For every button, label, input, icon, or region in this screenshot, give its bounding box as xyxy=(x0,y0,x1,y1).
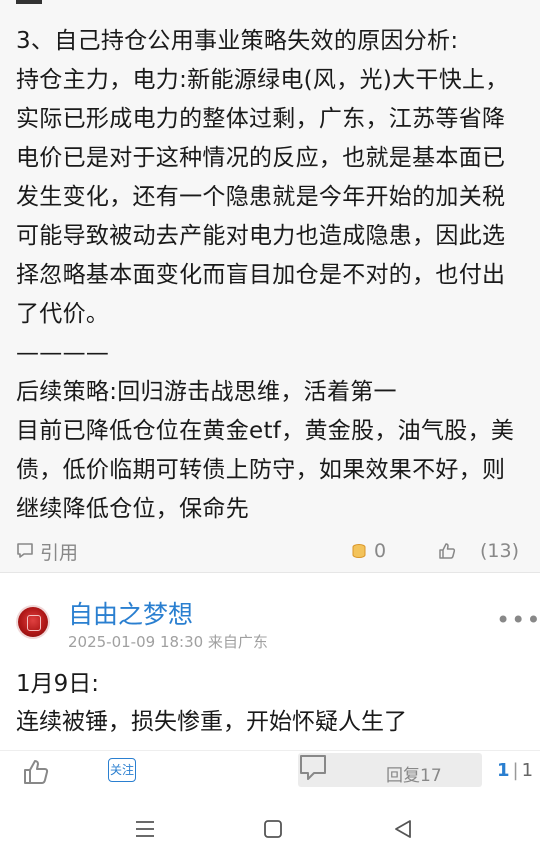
reply-label[interactable]: 回复17 xyxy=(386,761,442,786)
quote-label: 引用 xyxy=(40,541,79,564)
home-icon[interactable] xyxy=(263,819,283,843)
system-nav-bar xyxy=(0,797,540,865)
coin-count: 0 xyxy=(374,540,387,562)
menu-icon[interactable] xyxy=(135,819,155,843)
bottom-action-bar: 关注 回复17 1 | 1 xyxy=(0,750,540,797)
more-icon[interactable]: ••• xyxy=(496,608,540,632)
coin-icon xyxy=(350,542,368,560)
post-line: 了代价。 xyxy=(16,301,110,327)
like-count: (13) xyxy=(480,540,520,562)
post-line: 持仓主力，电力:新能源绿电(风，光)大干快上， xyxy=(16,67,509,93)
post-line: 后续策略:回归游击战思维，活着第一 xyxy=(16,379,397,405)
post-line: 连续被锤，损失惨重，开始怀疑人生了 xyxy=(16,709,407,735)
post-line: 债，低价临期可转债上防守，如果效果不好，则 xyxy=(16,457,506,483)
post-actions: 引用 0 (13) xyxy=(0,536,540,566)
post-line: 发生变化，还有一个隐患就是今年开始的加关税 xyxy=(16,184,506,210)
post-line: 继续降低仓位，保命先 xyxy=(16,496,249,522)
page-current: 1 xyxy=(497,760,510,781)
username[interactable]: 自由之梦想 xyxy=(68,595,193,631)
comment-icon xyxy=(298,753,328,787)
thumbs-up-icon xyxy=(438,542,456,560)
post-body: 3、自己持仓公用事业策略失效的原因分析: 持仓主力，电力:新能源绿电(风，光)大… xyxy=(16,22,526,529)
pagination[interactable]: 1 | 1 xyxy=(497,760,533,781)
reply-post: 自由之梦想 2025-01-09 18:30 来自广东 ••• 1月9日: 连续… xyxy=(0,573,540,750)
quote-icon xyxy=(16,542,34,560)
post-body: 1月9日: 连续被锤，损失惨重，开始怀疑人生了 xyxy=(16,665,407,741)
thumbs-up-icon xyxy=(22,760,52,791)
post-line: ———— xyxy=(16,340,110,366)
post-line: 1月9日: xyxy=(16,671,100,697)
post-line: 电价已是对于这种情况的反应，也就是基本面已 xyxy=(16,145,506,171)
page-separator: | xyxy=(512,760,519,781)
post-line: 目前已降低仓位在黄金etf，黄金股，油气股，美 xyxy=(16,418,515,444)
quote-button[interactable]: 引用 xyxy=(16,536,78,566)
divider xyxy=(16,0,42,4)
post-line: 可能导致被动去产能对电力也造成隐患，因此选 xyxy=(16,223,506,249)
follow-button[interactable]: 关注 xyxy=(108,758,136,782)
post-content: 3、自己持仓公用事业策略失效的原因分析: 持仓主力，电力:新能源绿电(风，光)大… xyxy=(0,0,540,572)
like-button[interactable] xyxy=(22,757,52,791)
back-icon[interactable] xyxy=(393,819,413,843)
coin-button[interactable]: 0 xyxy=(350,536,386,566)
post-meta: 2025-01-09 18:30 来自广东 xyxy=(68,633,268,651)
post-line: 3、自己持仓公用事业策略失效的原因分析: xyxy=(16,28,459,54)
post-line: 择忽略基本面变化而盲目加仓是不对的，也付出 xyxy=(16,262,506,288)
post-line: 实际已形成电力的整体过剩，广东，江苏等省降 xyxy=(16,106,506,132)
like-button[interactable]: (13) xyxy=(438,536,519,566)
page-total: 1 xyxy=(521,760,534,781)
avatar[interactable] xyxy=(18,607,48,637)
